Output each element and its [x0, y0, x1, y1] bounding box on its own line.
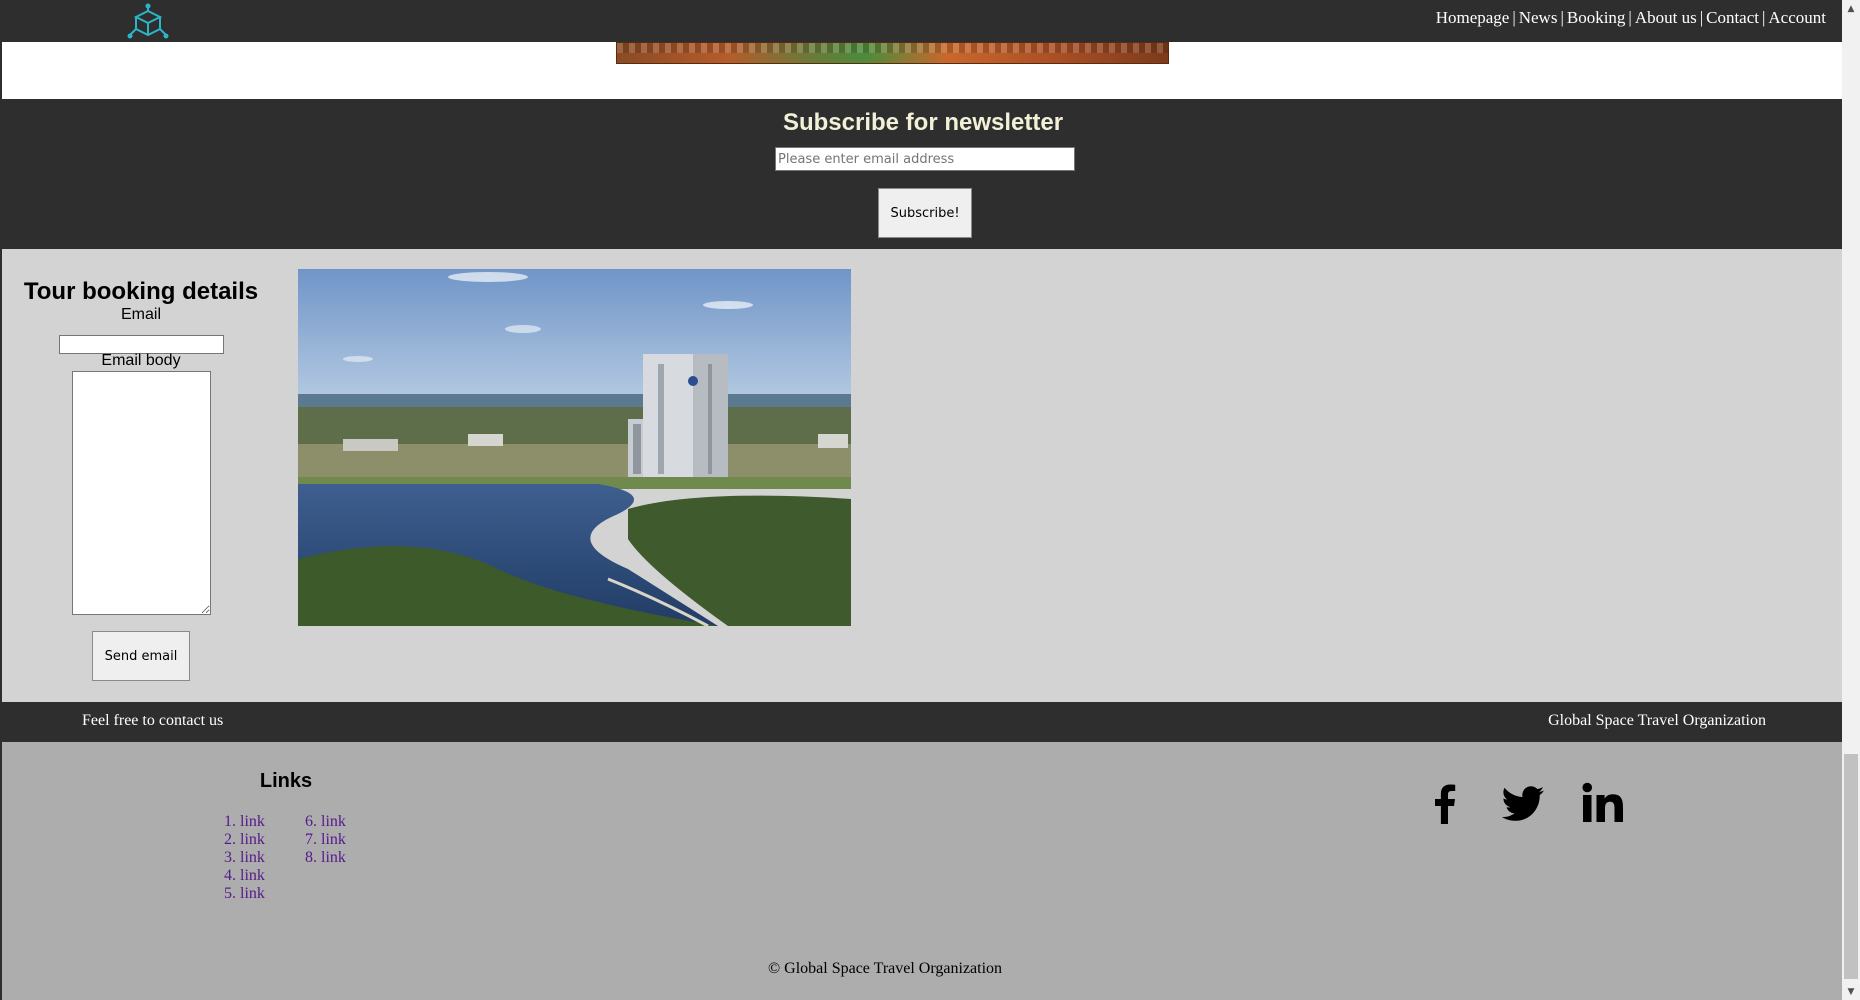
- contact-text: Feel free to contact us: [82, 712, 224, 729]
- footer-link[interactable]: 6. link: [305, 813, 346, 830]
- email-label: Email: [120, 306, 161, 323]
- list-item: 3. link: [224, 849, 265, 867]
- nav-link-booking[interactable]: Booking: [1567, 8, 1626, 27]
- subscribe-button[interactable]: Subscribe!: [878, 188, 972, 238]
- newsletter-section: Subscribe for newsletter Subscribe!: [2, 99, 1842, 249]
- nav-link-homepage[interactable]: Homepage: [1436, 8, 1510, 27]
- list-item: 1. link: [224, 813, 265, 831]
- footer-link[interactable]: 1. link: [224, 813, 265, 830]
- nav-separator: |: [1762, 8, 1766, 27]
- nav-link-account[interactable]: Account: [1768, 8, 1826, 27]
- nav-separator: |: [1560, 8, 1564, 27]
- footer-link[interactable]: 7. link: [305, 831, 346, 848]
- booking-section: Tour booking details Email Email body Se…: [2, 249, 1842, 702]
- launch-complex-photo: [298, 269, 851, 626]
- nav-link-about-us[interactable]: About us: [1635, 8, 1697, 27]
- links-title: Links: [259, 770, 313, 792]
- organization-name: Global Space Travel Organization: [1548, 712, 1766, 729]
- page-scrollbar[interactable]: ▲ ▼: [1842, 0, 1860, 1000]
- footer: Links 1. link 2. link 3. link 4. link 5.…: [2, 742, 1842, 1000]
- nav-link-news[interactable]: News: [1519, 8, 1558, 27]
- copyright-text: © Global Space Travel Organization: [768, 960, 1003, 977]
- email-body-textarea[interactable]: [72, 371, 211, 615]
- list-item: 8. link: [305, 849, 346, 867]
- page: Homepage | News | Booking | About us | Contact | A…: [0, 0, 1842, 1000]
- nav-separator: |: [1699, 8, 1704, 27]
- list-item: 5. link: [224, 885, 265, 903]
- banner-image: [616, 42, 1169, 64]
- footer-link[interactable]: 8. link: [305, 849, 346, 866]
- footer-bar: Feel free to contact us Global Space Tra…: [2, 702, 1842, 742]
- list-item: 4. link: [224, 867, 265, 885]
- cube-logo-icon[interactable]: [126, 3, 170, 41]
- links-list-1: 1. link 2. link 3. link 4. link 5. link: [224, 813, 265, 903]
- list-item: 7. link: [305, 831, 346, 849]
- linkedin-icon[interactable]: [1580, 780, 1626, 826]
- scroll-up-arrow-icon[interactable]: ▲: [1842, 0, 1860, 17]
- scrollbar-thumb[interactable]: [1844, 754, 1858, 979]
- list-item: 6. link: [305, 813, 346, 831]
- send-email-button[interactable]: Send email: [92, 631, 190, 681]
- footer-link[interactable]: 5. link: [224, 885, 265, 902]
- footer-link[interactable]: 3. link: [224, 849, 265, 866]
- nav-separator: |: [1512, 8, 1516, 27]
- newsletter-email-input[interactable]: [775, 147, 1075, 171]
- newsletter-title: Subscribe for newsletter: [782, 109, 1064, 136]
- twitter-icon[interactable]: [1500, 780, 1546, 826]
- nav-link-contact[interactable]: Contact: [1706, 8, 1759, 27]
- footer-link[interactable]: 4. link: [224, 867, 265, 884]
- top-nav-bar: Homepage | News | Booking | About us | Contact | A…: [2, 0, 1842, 42]
- facebook-icon[interactable]: [1422, 780, 1468, 826]
- footer-link[interactable]: 2. link: [224, 831, 265, 848]
- list-item: 2. link: [224, 831, 265, 849]
- nav-separator: |: [1628, 8, 1632, 27]
- main-nav: Homepage | News | Booking | About us | Contact | A…: [1436, 8, 1826, 28]
- booking-title: Tour booking details: [23, 278, 259, 305]
- scroll-down-arrow-icon[interactable]: ▼: [1842, 983, 1860, 1000]
- links-list-2: 6. link 7. link 8. link: [305, 813, 346, 867]
- email-body-label: Email body: [101, 352, 181, 369]
